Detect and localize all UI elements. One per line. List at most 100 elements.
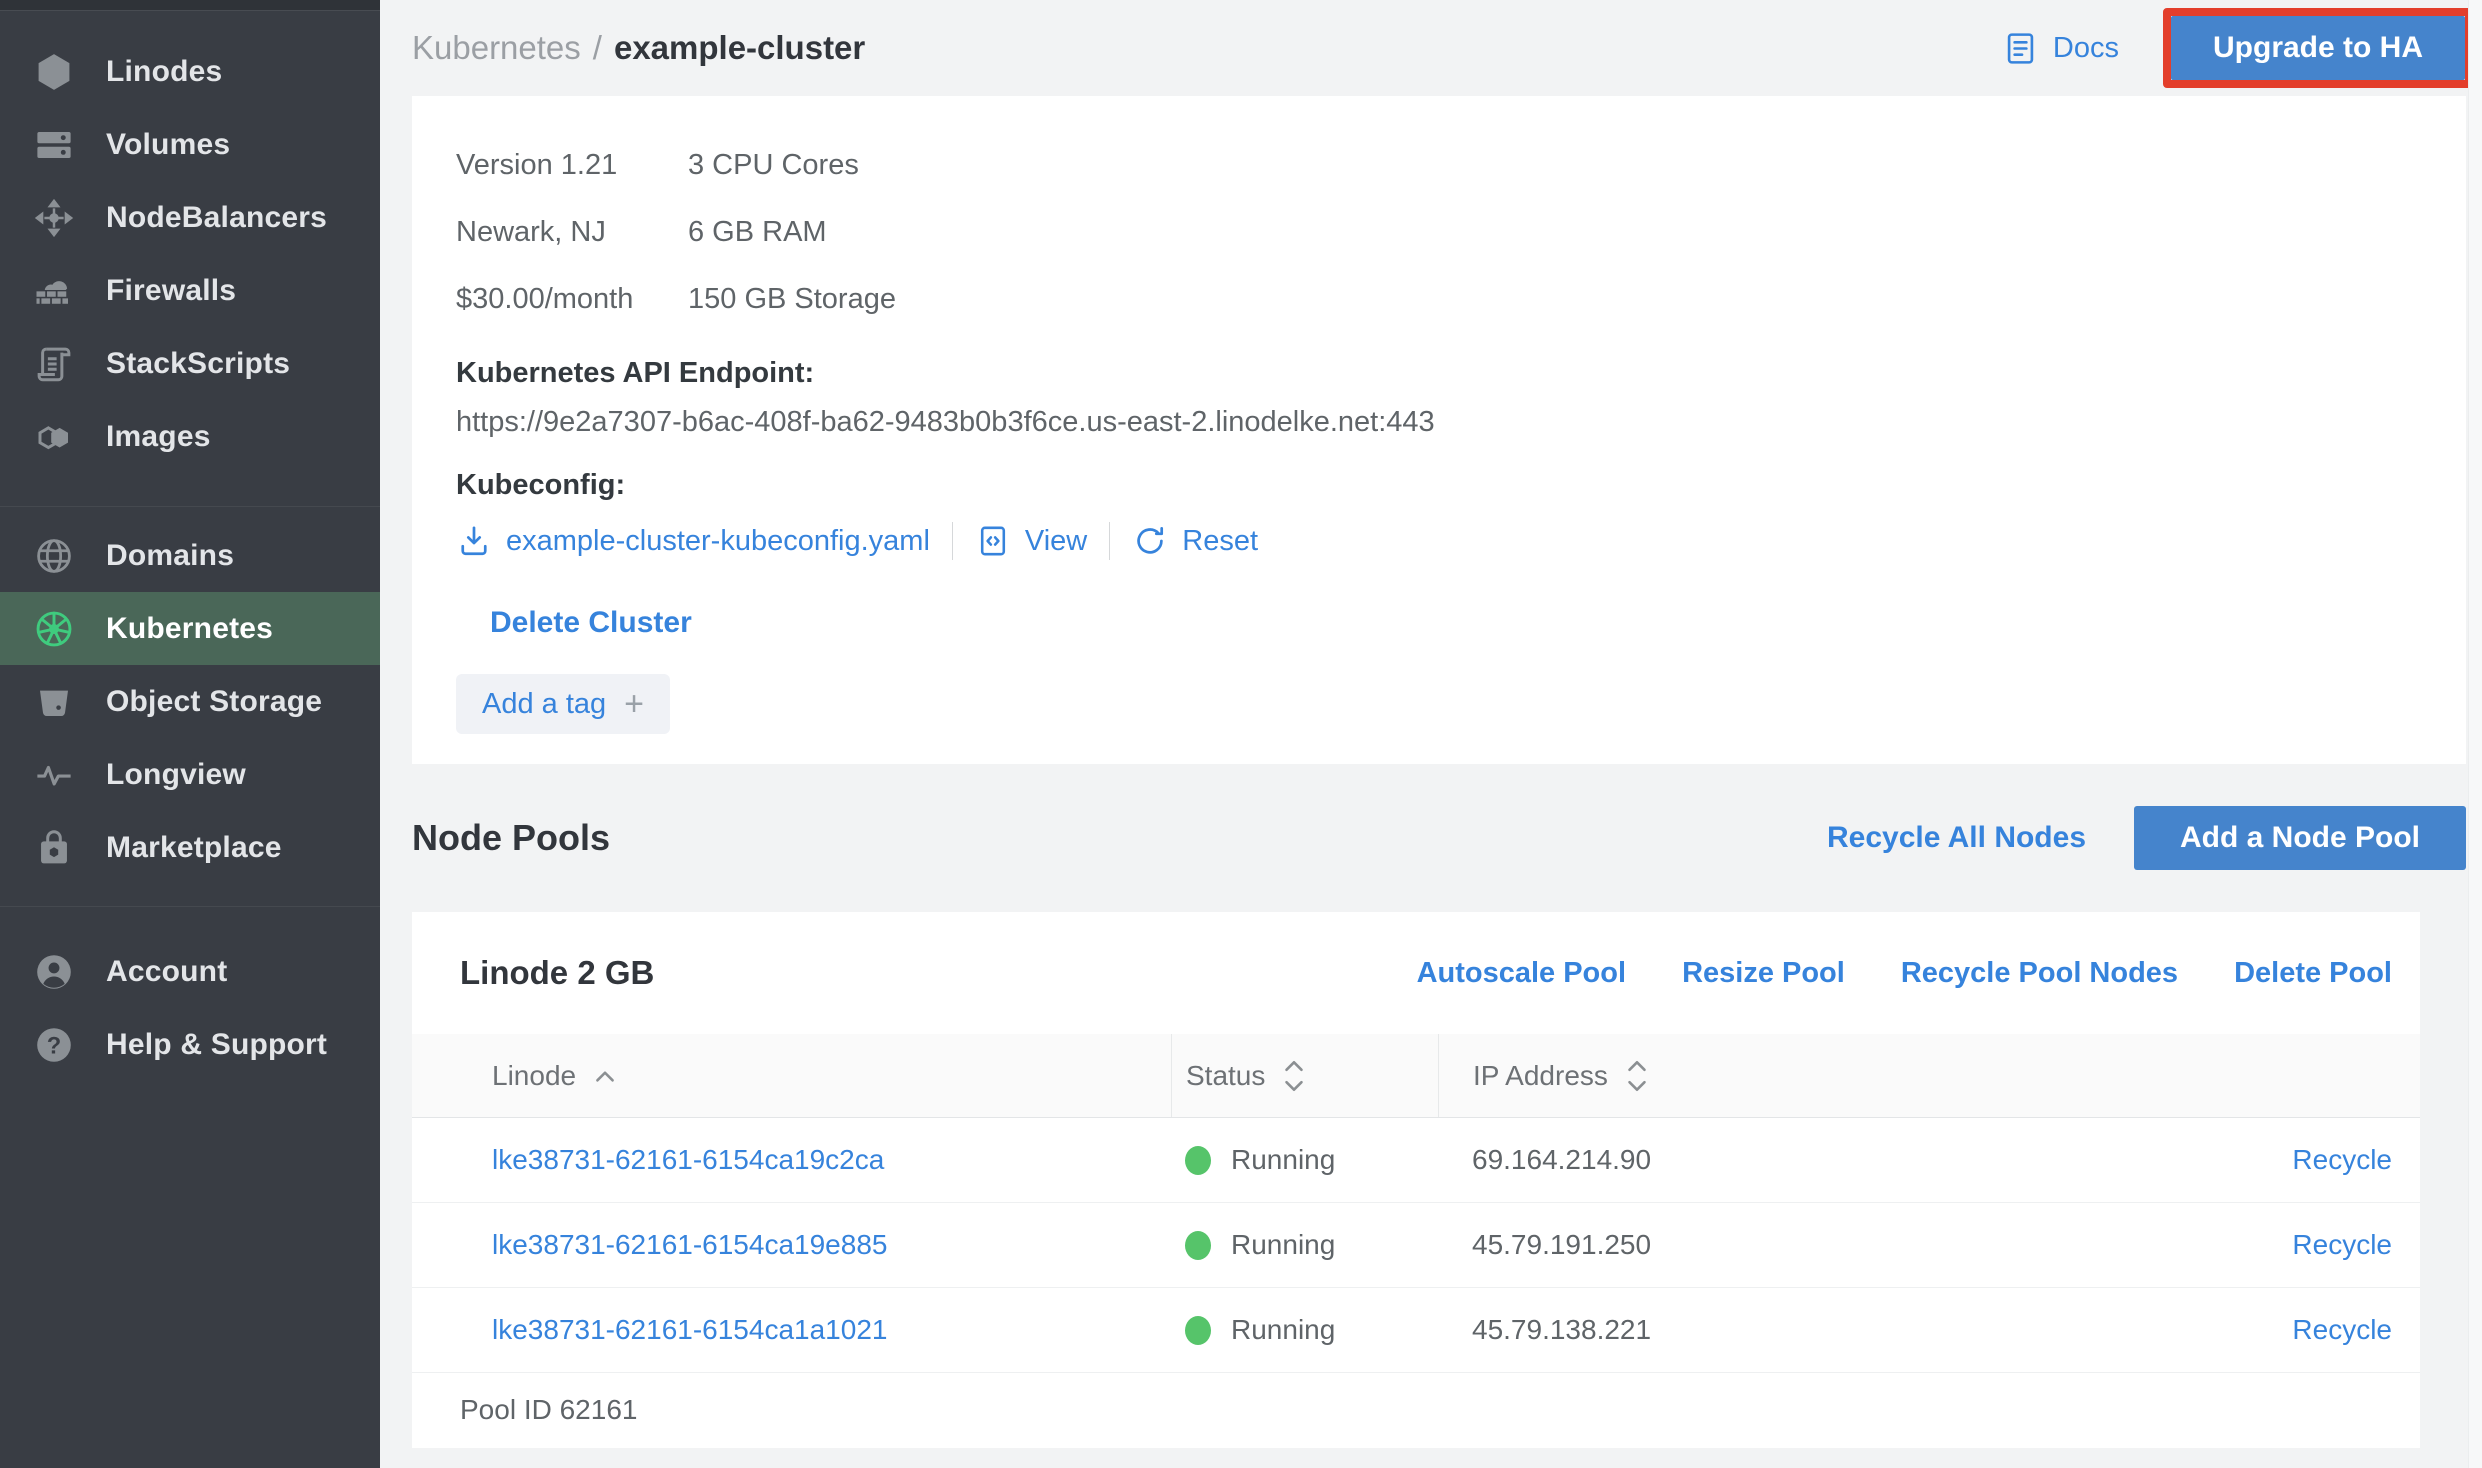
node-pool-card: Linode 2 GB Autoscale Pool Resize Pool R…: [412, 912, 2420, 1448]
firewall-wall-icon: [30, 267, 78, 315]
pool-name: Linode 2 GB: [460, 954, 1417, 992]
sidebar-item-label: Account: [106, 955, 227, 989]
table-row: lke38731-62161-6154ca19c2ca Running 69.1…: [412, 1118, 2420, 1203]
download-icon: [456, 523, 492, 559]
sidebar-item-help-support[interactable]: ? Help & Support: [0, 1008, 380, 1081]
node-pools-header: Node Pools Recycle All Nodes Add a Node …: [412, 764, 2466, 912]
status-running-dot-icon: [1185, 1146, 1211, 1175]
stackscripts-scroll-icon: [30, 340, 78, 388]
document-icon: [2002, 30, 2039, 67]
node-link[interactable]: lke38731-62161-6154ca19c2ca: [492, 1144, 884, 1175]
add-tag-button[interactable]: Add a tag +: [456, 674, 670, 734]
sidebar-item-label: Images: [106, 420, 211, 454]
sidebar-item-linodes[interactable]: Linodes: [0, 35, 380, 108]
add-node-pool-button[interactable]: Add a Node Pool: [2134, 806, 2466, 870]
kubeconfig-view-link[interactable]: View: [975, 523, 1087, 559]
cluster-ram: 6 GB RAM: [688, 216, 827, 249]
sidebar-item-label: Domains: [106, 539, 234, 573]
sidebar-item-images[interactable]: Images: [0, 400, 380, 473]
kubeconfig-filename: example-cluster-kubeconfig.yaml: [506, 525, 930, 558]
cluster-storage: 150 GB Storage: [688, 283, 896, 316]
sidebar-item-account[interactable]: Account: [0, 935, 380, 1008]
node-link[interactable]: lke38731-62161-6154ca19e885: [492, 1229, 887, 1260]
recycle-node-link[interactable]: Recycle: [2292, 1229, 2392, 1260]
nodebalancers-icon: [30, 194, 78, 242]
api-endpoint-url: https://9e2a7307-b6ac-408f-ba62-9483b0b3…: [456, 406, 2422, 439]
table-row: lke38731-62161-6154ca19e885 Running 45.7…: [412, 1203, 2420, 1288]
breadcrumb-current: example-cluster: [614, 29, 865, 67]
sidebar: Linodes Volumes NodeBalancers: [0, 0, 380, 1468]
sort-both-icon: [1281, 1058, 1307, 1094]
page-header: Kubernetes / example-cluster Docs Upgrad…: [412, 0, 2466, 96]
resize-pool-link[interactable]: Resize Pool: [1682, 957, 1845, 990]
cluster-summary-card: Version 1.21 3 CPU Cores Newark, NJ 6 GB…: [412, 96, 2466, 764]
divider: [1109, 522, 1110, 560]
table-row: lke38731-62161-6154ca1a1021 Running 45.7…: [412, 1288, 2420, 1373]
spec-row: Newark, NJ 6 GB RAM: [456, 199, 2422, 266]
pool-title-row: Linode 2 GB Autoscale Pool Resize Pool R…: [412, 912, 2420, 1034]
sidebar-item-nodebalancers[interactable]: NodeBalancers: [0, 181, 380, 254]
actions-column-header: [1925, 1034, 2420, 1117]
code-file-icon: [975, 523, 1011, 559]
recycle-pool-nodes-link[interactable]: Recycle Pool Nodes: [1901, 957, 2178, 990]
spec-row: Version 1.21 3 CPU Cores: [456, 132, 2422, 199]
sidebar-divider: [0, 506, 380, 507]
sidebar-item-kubernetes[interactable]: Kubernetes: [0, 592, 380, 665]
sort-header-status[interactable]: Status: [1171, 1034, 1438, 1117]
node-ip: 45.79.138.221: [1438, 1314, 1925, 1346]
node-status: Running: [1231, 1314, 1335, 1346]
sidebar-item-object-storage[interactable]: Object Storage: [0, 665, 380, 738]
sidebar-top-strip: [0, 0, 380, 11]
node-status: Running: [1231, 1229, 1335, 1261]
sidebar-item-stackscripts[interactable]: StackScripts: [0, 327, 380, 400]
sidebar-nav: Linodes Volumes NodeBalancers: [0, 11, 380, 1081]
volumes-disks-icon: [30, 121, 78, 169]
upgrade-to-ha-button[interactable]: Upgrade to HA: [2171, 16, 2465, 80]
table-header-row: Linode Status IP Address: [412, 1034, 2420, 1118]
reset-link-label: Reset: [1182, 525, 1258, 558]
header-actions: Docs Upgrade to HA: [2002, 8, 2466, 88]
cluster-region: Newark, NJ: [456, 216, 688, 249]
sidebar-item-label: Firewalls: [106, 274, 236, 308]
breadcrumb-section-link[interactable]: Kubernetes: [412, 29, 581, 67]
ip-column-label: IP Address: [1473, 1060, 1608, 1092]
status-running-dot-icon: [1185, 1231, 1211, 1260]
scrollbar[interactable]: [2468, 0, 2482, 1468]
images-hexagons-icon: [30, 413, 78, 461]
kubeconfig-label: Kubeconfig:: [456, 469, 2422, 502]
pulse-icon: [30, 751, 78, 799]
sidebar-item-longview[interactable]: Longview: [0, 738, 380, 811]
globe-icon: [30, 532, 78, 580]
delete-cluster-button[interactable]: Delete Cluster: [490, 606, 692, 640]
cluster-price: $30.00/month: [456, 283, 688, 316]
sidebar-item-label: NodeBalancers: [106, 201, 327, 235]
recycle-all-nodes-link[interactable]: Recycle All Nodes: [1827, 821, 2086, 855]
sidebar-item-label: Marketplace: [106, 831, 282, 865]
node-link[interactable]: lke38731-62161-6154ca1a1021: [492, 1314, 887, 1345]
cluster-cpu: 3 CPU Cores: [688, 149, 859, 182]
view-link-label: View: [1025, 525, 1087, 558]
sort-header-linode[interactable]: Linode: [412, 1034, 1171, 1117]
docs-link[interactable]: Docs: [2002, 30, 2119, 67]
sidebar-item-domains[interactable]: Domains: [0, 519, 380, 592]
sidebar-item-label: Object Storage: [106, 685, 322, 719]
sidebar-item-volumes[interactable]: Volumes: [0, 108, 380, 181]
sort-header-ip[interactable]: IP Address: [1438, 1034, 1925, 1117]
sidebar-divider: [0, 906, 380, 907]
recycle-node-link[interactable]: Recycle: [2292, 1314, 2392, 1345]
sidebar-item-firewalls[interactable]: Firewalls: [0, 254, 380, 327]
recycle-node-link[interactable]: Recycle: [2292, 1144, 2392, 1175]
kubeconfig-reset-link[interactable]: Reset: [1132, 523, 1258, 559]
node-ip: 69.164.214.90: [1438, 1144, 1925, 1176]
sidebar-item-marketplace[interactable]: Marketplace: [0, 811, 380, 884]
sidebar-item-label: StackScripts: [106, 347, 290, 381]
kubeconfig-download-link[interactable]: example-cluster-kubeconfig.yaml: [456, 523, 930, 559]
status-column-label: Status: [1186, 1060, 1265, 1092]
delete-pool-link[interactable]: Delete Pool: [2234, 957, 2392, 990]
sidebar-item-label: Linodes: [106, 55, 222, 89]
cluster-version: Version 1.21: [456, 149, 688, 182]
add-tag-label: Add a tag: [482, 688, 606, 721]
autoscale-pool-link[interactable]: Autoscale Pool: [1417, 957, 1627, 990]
breadcrumb: Kubernetes / example-cluster: [412, 29, 865, 67]
sidebar-item-label: Volumes: [106, 128, 230, 162]
